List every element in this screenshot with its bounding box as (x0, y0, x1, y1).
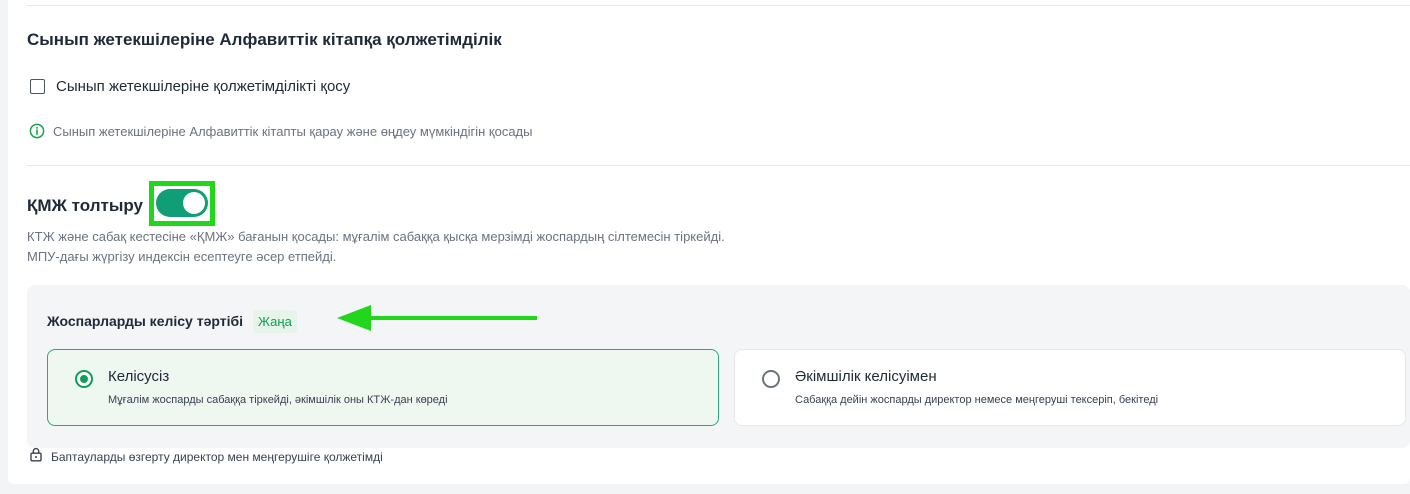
alphabet-access-checkbox-label[interactable]: Сынып жетекшілеріне қолжетімділікті қосу (56, 78, 350, 95)
approval-panel: Жоспарларды келісу тәртібі Жаңа Келісусі… (27, 285, 1410, 448)
kmzh-description-line1: КТЖ және сабақ кестесіне «ҚМЖ» бағанын қ… (27, 229, 725, 244)
alphabet-access-title: Сынып жетекшілеріне Алфавиттік кітапқа қ… (27, 30, 502, 49)
approval-header: Жоспарларды келісу тәртібі Жаңа (47, 308, 297, 334)
option-admin-approval-title: Әкімшілік келісуімен (795, 368, 937, 385)
radio-without-approval[interactable] (75, 370, 93, 388)
kmzh-description-line2: МПУ-дағы жүргізу индексін есептеуге әсер… (27, 249, 337, 264)
permission-note-text: Баптауларды өзгерту директор мен меңгеру… (51, 450, 383, 464)
info-circle-icon (29, 123, 45, 139)
lock-icon (29, 447, 43, 467)
arrow-left-icon (337, 305, 537, 331)
approval-option-admin-approval[interactable]: Әкімшілік келісуімен Сабаққа дейін жоспа… (734, 349, 1406, 426)
option-without-approval-desc: Мұғалім жоспарды сабаққа тіркейді, әкімш… (108, 394, 448, 406)
settings-card: Сынып жетекшілеріне Алфавиттік кітапқа қ… (8, 0, 1410, 484)
top-divider (27, 5, 1410, 6)
alphabet-access-info: Сынып жетекшілеріне Алфавиттік кітапты қ… (29, 122, 533, 140)
alphabet-access-info-text: Сынып жетекшілеріне Алфавиттік кітапты қ… (53, 123, 533, 139)
approval-option-without-approval[interactable]: Келісусіз Мұғалім жоспарды сабаққа тірке… (47, 349, 719, 426)
kmzh-toggle-highlight (148, 180, 215, 226)
kmzh-toggle-knob (182, 192, 205, 214)
approval-title: Жоспарларды келісу тәртібі (47, 313, 244, 329)
kmzh-toggle[interactable] (155, 189, 208, 217)
option-without-approval-title: Келісусіз (108, 368, 170, 385)
alphabet-access-checkbox[interactable] (30, 78, 45, 94)
option-admin-approval-desc: Сабаққа дейін жоспарды директор немесе м… (795, 394, 1159, 406)
radio-admin-approval[interactable] (762, 370, 780, 388)
section-divider (27, 165, 1410, 166)
permission-note: Баптауларды өзгерту директор мен меңгеру… (29, 447, 383, 467)
kmzh-row: ҚМЖ толтыру (27, 180, 215, 226)
kmzh-label: ҚМЖ толтыру (27, 196, 143, 215)
alphabet-access-checkbox-row[interactable]: Сынып жетекшілеріне қолжетімділікті қосу (30, 76, 350, 96)
new-badge: Жаңа (253, 309, 297, 333)
